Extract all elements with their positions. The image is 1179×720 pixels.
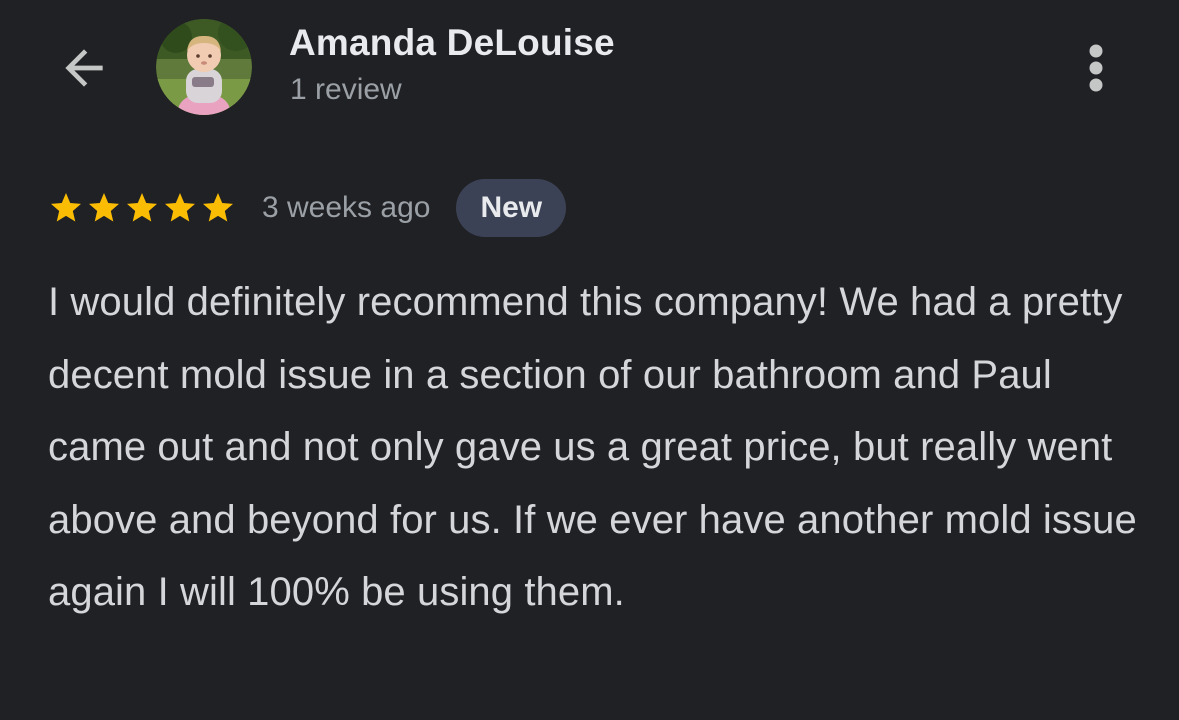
star-icon <box>89 193 119 222</box>
more-options-button[interactable] <box>1072 36 1120 100</box>
arrow-back-icon <box>65 49 103 87</box>
review-count: 1 review <box>290 73 402 106</box>
review-text: I would definitely recommend this compan… <box>48 280 1137 615</box>
reviewer-avatar-photo <box>156 19 252 115</box>
new-badge: New <box>456 179 567 237</box>
avatar[interactable] <box>156 19 252 115</box>
star-icon <box>203 193 233 222</box>
review-time: 3 weeks ago <box>262 191 431 224</box>
star-rating <box>48 190 236 226</box>
more-vertical-icon <box>1089 44 1103 92</box>
star-icon <box>51 193 81 222</box>
star-icon <box>165 193 195 222</box>
reviewer-name[interactable]: Amanda DeLouise <box>289 22 615 64</box>
review-meta: 3 weeks ago New <box>48 178 567 238</box>
back-button[interactable] <box>52 36 116 100</box>
review-header: Amanda DeLouise 1 review <box>0 0 1179 150</box>
star-icon <box>127 193 157 222</box>
